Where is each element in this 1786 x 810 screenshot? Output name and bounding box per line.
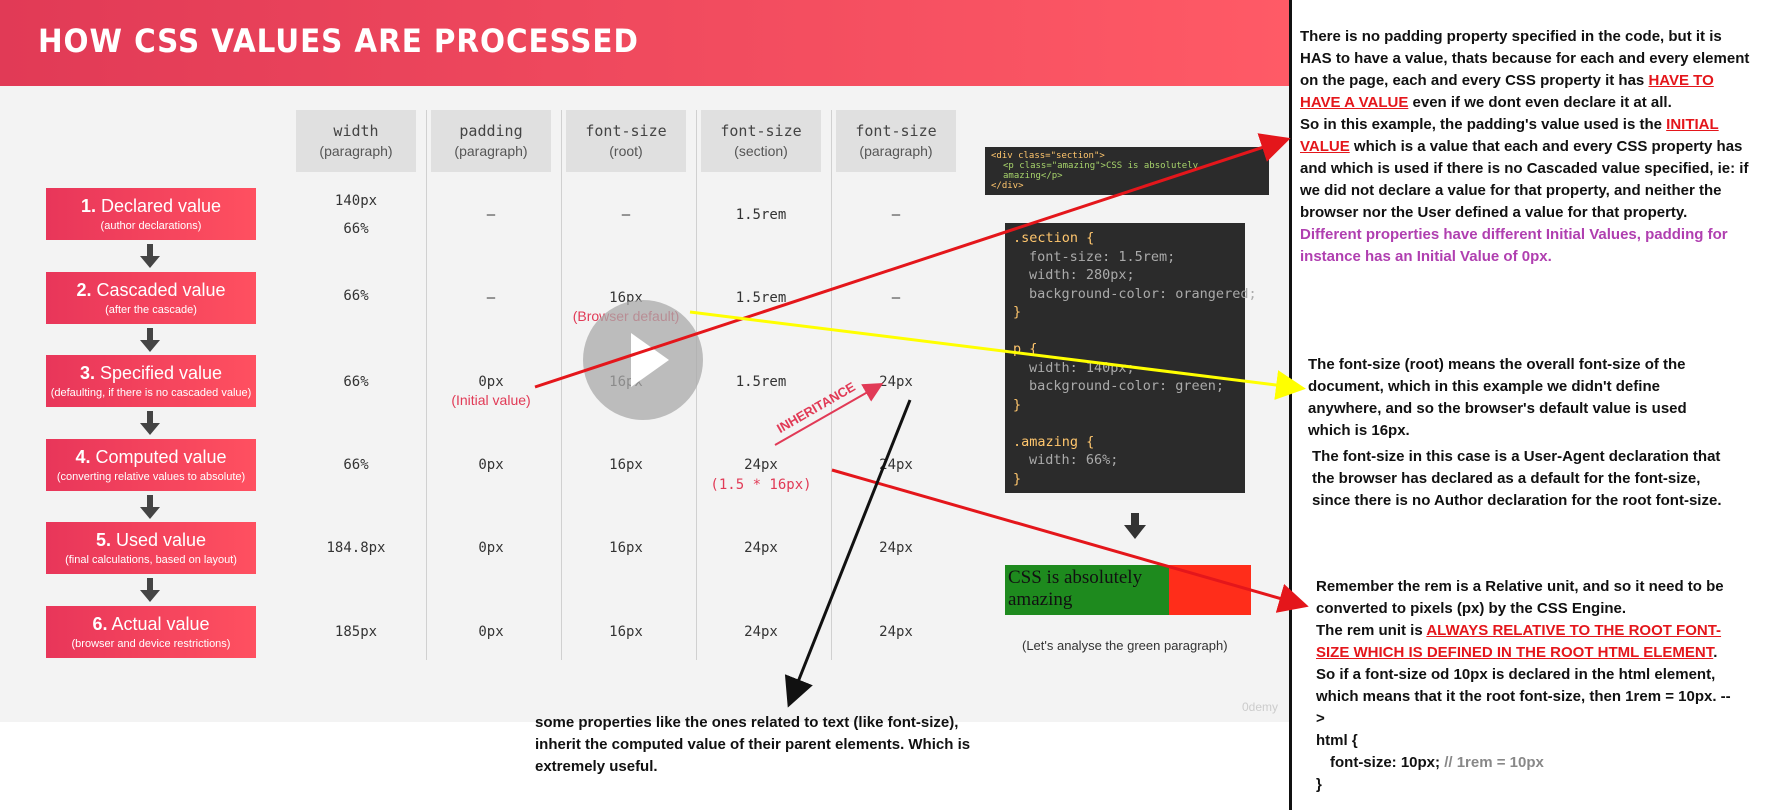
arrow-browser-default <box>689 310 1306 400</box>
arrow-inheritance <box>774 383 884 446</box>
annotation-arrows <box>534 133 1309 708</box>
arrow-initial-value <box>534 133 1291 389</box>
arrow-rem-note <box>831 468 1309 613</box>
arrow-inheritance-note <box>784 399 912 708</box>
